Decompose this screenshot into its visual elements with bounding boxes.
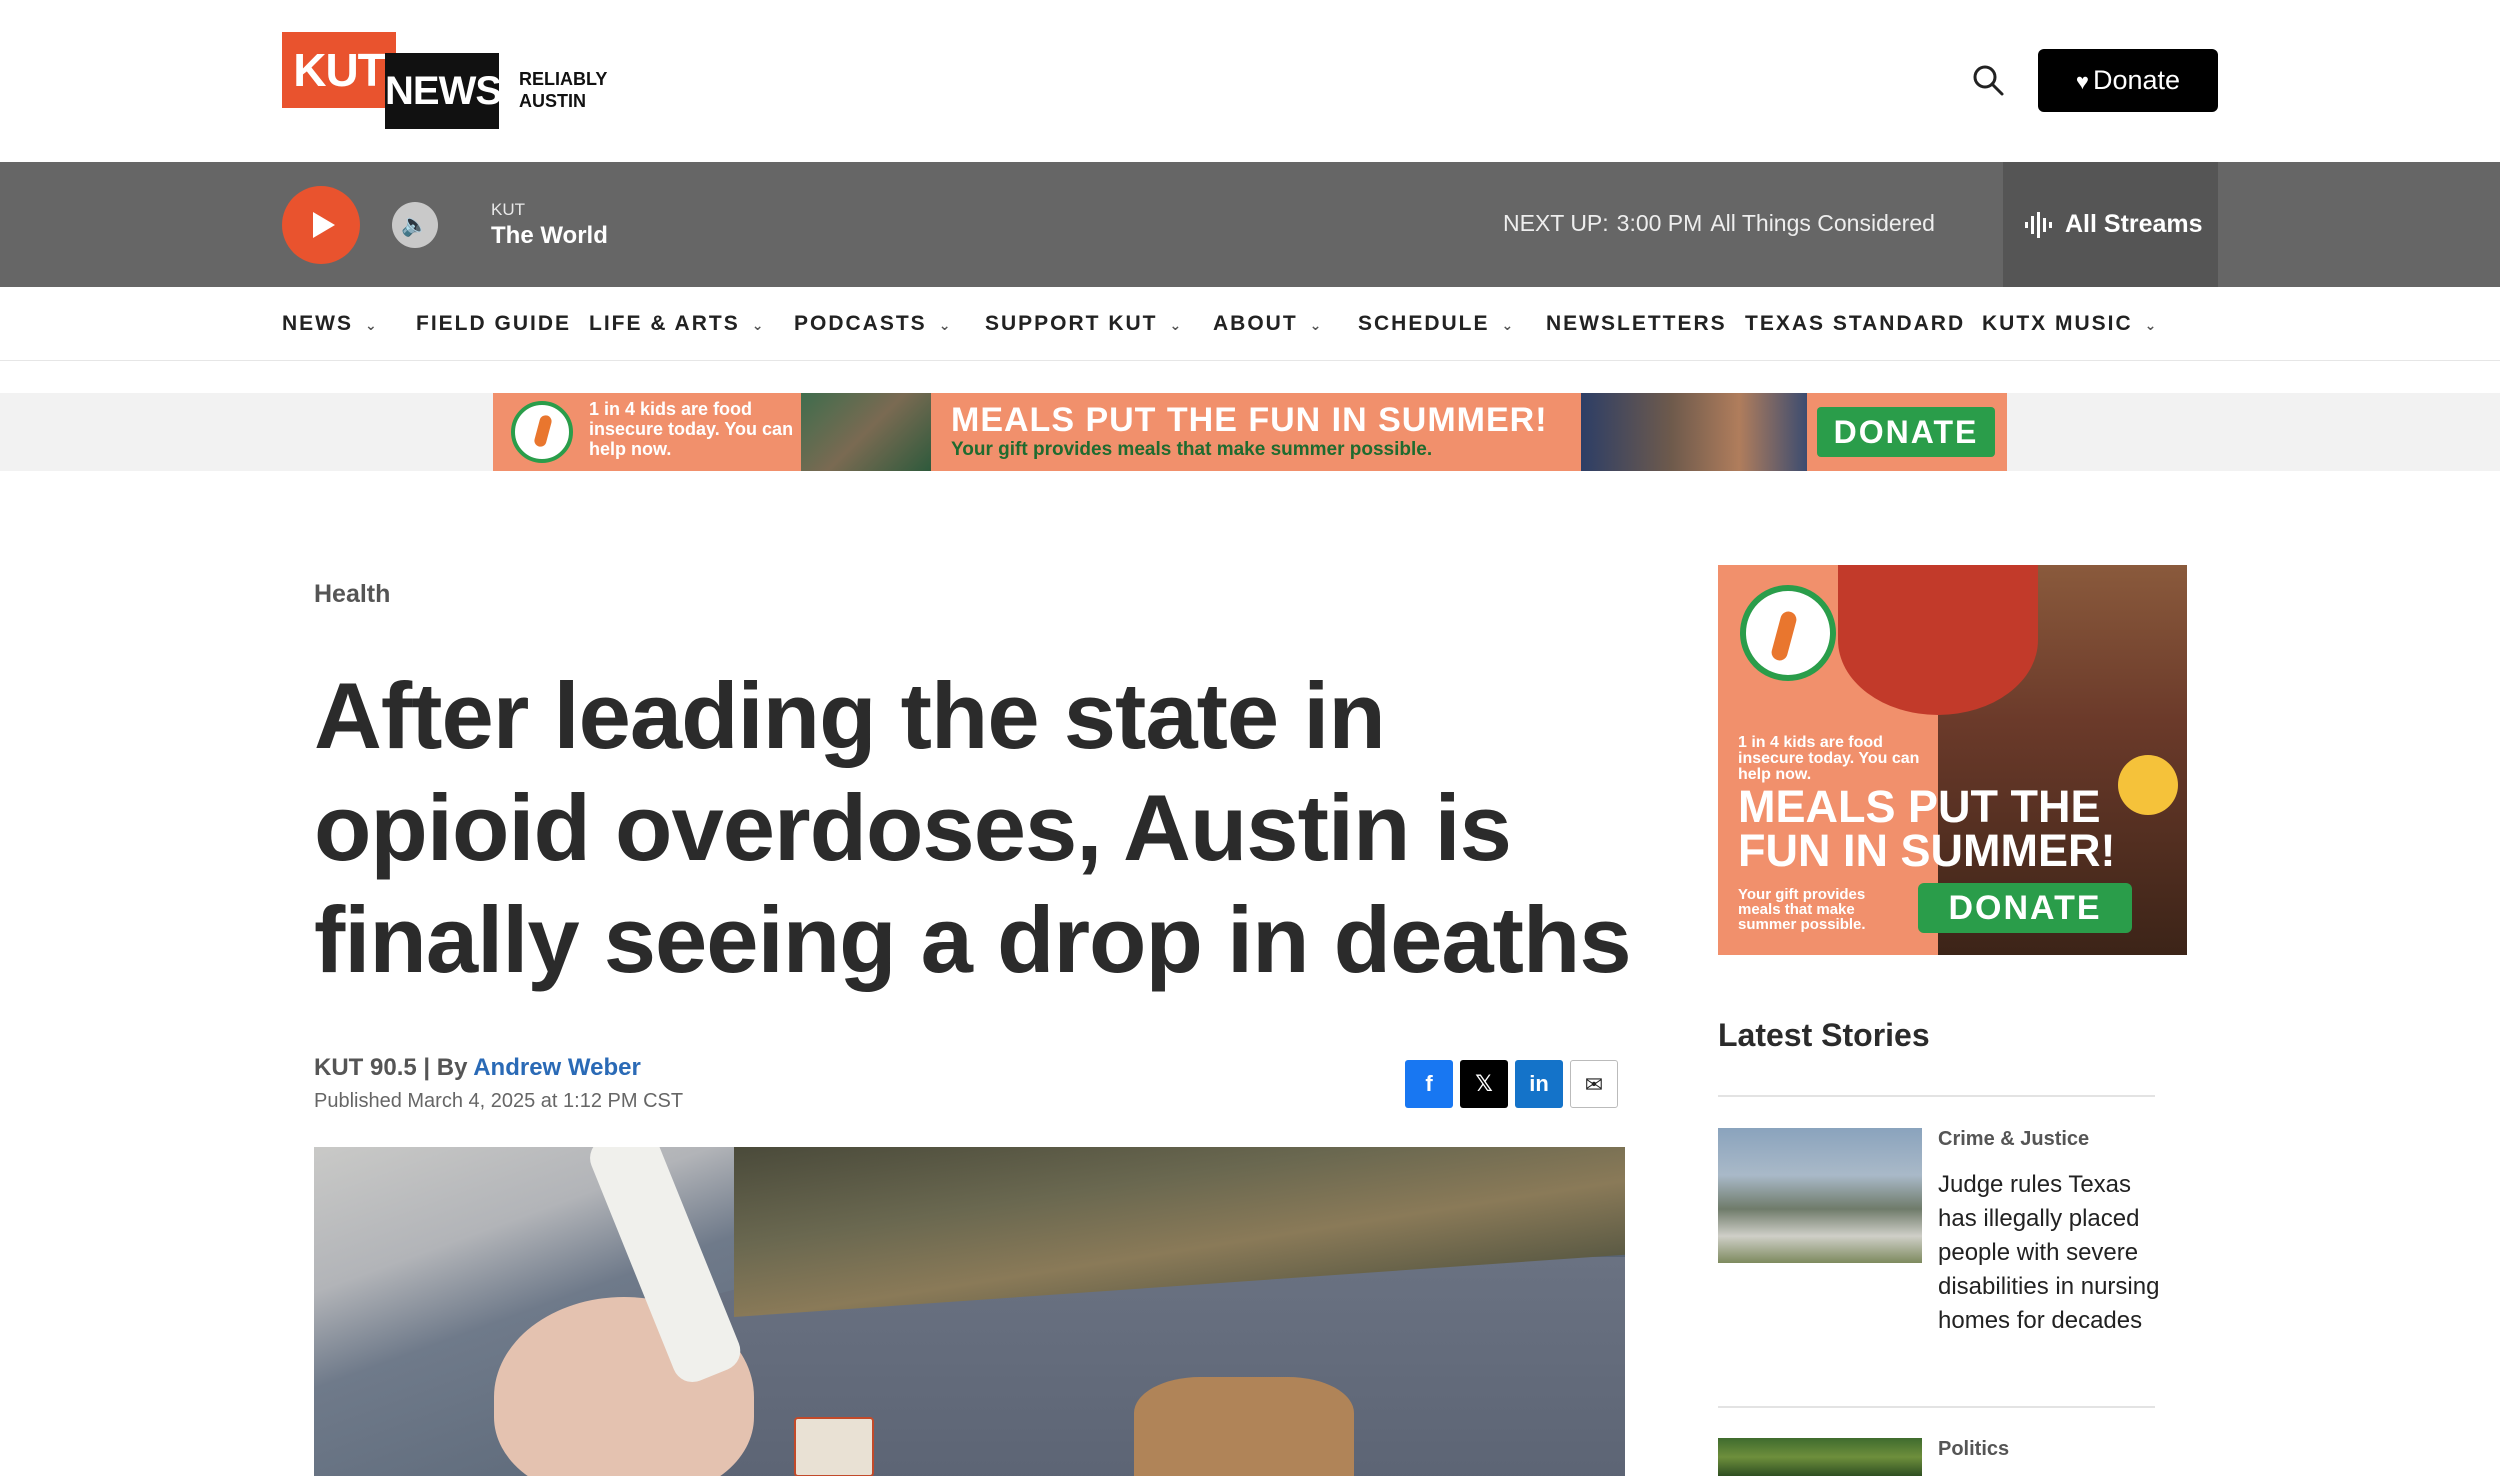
article-hero-image — [314, 1147, 1625, 1476]
byline-source: KUT 90.5 | By — [314, 1054, 474, 1081]
sidebar-ad-small-text: 1 in 4 kids are food insecure today. You… — [1738, 734, 1920, 783]
email-icon: ✉ — [1584, 1072, 1604, 1097]
published-date: Published March 4, 2025 at 1:12 PM CST — [314, 1090, 684, 1112]
chevron-down-icon: ⌄ — [751, 317, 764, 333]
speaker-icon: 🔈 — [401, 212, 429, 237]
banner-ad-photo — [801, 393, 931, 471]
sidebar-ad[interactable]: 1 in 4 kids are food insecure today. You… — [1718, 565, 2187, 955]
nav-label: SCHEDULE — [1358, 312, 1490, 335]
sidebar-ad-subline: Your gift provides meals that make summe… — [1738, 886, 1866, 933]
banner-ad[interactable]: 1 in 4 kids are food insecure today. You… — [493, 393, 2007, 471]
audio-player-bar: 🔈 KUT The World NEXT UP: 3:00 PM All Thing… — [0, 162, 2500, 287]
hero-naloxone-vial — [794, 1417, 874, 1476]
share-linkedin-button[interactable]: in — [1515, 1060, 1563, 1108]
chevron-down-icon: ⌄ — [1169, 317, 1182, 333]
nav-schedule[interactable]: SCHEDULE ⌄ — [1358, 287, 1513, 361]
search-icon[interactable] — [1970, 62, 2006, 98]
facebook-icon: f — [1425, 1071, 1433, 1096]
story-title[interactable]: Judge rules Texas has illegally placed p… — [1938, 1168, 2160, 1338]
food-bank-logo — [511, 401, 573, 463]
sidebar-ad-photo-shirt — [1838, 565, 2038, 715]
story-item[interactable]: Politics — [1718, 1438, 2155, 1476]
chevron-down-icon: ⌄ — [1501, 317, 1514, 333]
nav-label: NEWS — [282, 312, 353, 335]
story-thumbnail[interactable] — [1718, 1438, 1922, 1476]
divider — [1718, 1406, 2155, 1408]
chevron-down-icon: ⌄ — [938, 317, 951, 333]
linkedin-icon: in — [1529, 1071, 1549, 1096]
divider — [1718, 1095, 2155, 1097]
nav-support-kut[interactable]: SUPPORT KUT ⌄ — [985, 287, 1181, 361]
play-icon — [313, 212, 335, 238]
donate-button[interactable]: ♥ Donate — [2038, 49, 2218, 112]
logo-news: NEWS — [385, 53, 502, 129]
nav-label: ABOUT — [1213, 312, 1298, 335]
banner-ad-subline: Your gift provides meals that make summe… — [951, 439, 1433, 460]
nav-label: FIELD GUIDE — [416, 312, 572, 335]
nav-kutx-music[interactable]: KUTX MUSIC ⌄ — [1982, 287, 2156, 361]
main-nav: NEWS ⌄ FIELD GUIDE LIFE & ARTS ⌄ PODCASTS ⌄… — [0, 287, 2500, 361]
article-headline: After leading the state in opioid overdo… — [314, 663, 1632, 992]
all-streams-label: All Streams — [2065, 210, 2203, 238]
nav-newsletters[interactable]: NEWSLETTERS — [1546, 287, 1727, 361]
chevron-down-icon: ⌄ — [1309, 317, 1322, 333]
next-up-label: NEXT UP: — [1503, 210, 1609, 236]
nav-about[interactable]: ABOUT ⌄ — [1213, 287, 1321, 361]
banner-ad-small-text: 1 in 4 kids are food insecure today. You… — [589, 399, 794, 459]
nav-life-arts[interactable]: LIFE & ARTS ⌄ — [589, 287, 763, 361]
story-item[interactable]: Crime & Justice Judge rules Texas has il… — [1718, 1128, 2159, 1388]
nav-texas-standard[interactable]: TEXAS STANDARD — [1745, 287, 1965, 361]
station-name: KUT — [491, 200, 525, 219]
nav-label: LIFE & ARTS — [589, 312, 740, 335]
share-email-button[interactable]: ✉ — [1570, 1060, 1618, 1108]
byline: KUT 90.5 | By Andrew Weber — [314, 1054, 641, 1082]
nav-news[interactable]: NEWS ⌄ — [282, 287, 377, 361]
chevron-down-icon: ⌄ — [365, 317, 377, 333]
story-category[interactable]: Crime & Justice — [1938, 1128, 2089, 1151]
current-show: The World — [491, 222, 608, 249]
carrot-icon — [533, 413, 553, 449]
logo-tagline: RELIABLY AUSTIN — [519, 69, 608, 111]
food-bank-logo — [1740, 585, 1836, 681]
chevron-down-icon: ⌄ — [2144, 317, 2157, 333]
nav-field-guide[interactable]: FIELD GUIDE — [416, 287, 571, 361]
nav-label: NEWSLETTERS — [1546, 312, 1727, 335]
banner-ad-donate-button[interactable]: DONATE — [1817, 407, 1995, 457]
play-button[interactable] — [282, 186, 360, 264]
next-up: NEXT UP: 3:00 PM All Things Considered — [1503, 210, 1943, 237]
author-link[interactable]: Andrew Weber — [473, 1054, 641, 1081]
share-x-button[interactable]: 𝕏 — [1460, 1060, 1508, 1108]
all-streams-button[interactable]: All Streams — [2003, 162, 2218, 287]
carrot-icon — [1769, 609, 1799, 663]
nav-label: KUTX MUSIC — [1982, 312, 2133, 335]
site-header: KUT NEWS RELIABLY AUSTIN ♥ Donate — [0, 0, 2500, 162]
waveform-icon — [2025, 212, 2052, 238]
next-up-show: All Things Considered — [1710, 210, 1935, 236]
story-category[interactable]: Politics — [1938, 1438, 2009, 1461]
logo-kut: KUT — [282, 32, 396, 108]
sidebar-ad-headline: MEALS PUT THE FUN IN SUMMER! — [1738, 781, 2116, 876]
kut-news-logo[interactable]: KUT NEWS RELIABLY AUSTIN — [282, 32, 622, 132]
nav-podcasts[interactable]: PODCASTS ⌄ — [794, 287, 950, 361]
nav-label: TEXAS STANDARD — [1745, 312, 1966, 335]
volume-button[interactable]: 🔈 — [392, 202, 438, 248]
share-facebook-button[interactable]: f — [1405, 1060, 1453, 1108]
donate-label: Donate — [2092, 65, 2181, 95]
banner-ad-photo — [1581, 393, 1807, 471]
sidebar-ad-donate-button[interactable]: DONATE — [1918, 883, 2132, 933]
article-category[interactable]: Health — [314, 580, 390, 609]
next-up-time: 3:00 PM — [1616, 210, 1703, 236]
hero-paper-bag — [1134, 1377, 1354, 1476]
latest-stories-title: Latest Stories — [1718, 1017, 1930, 1053]
x-icon: 𝕏 — [1475, 1071, 1493, 1096]
nav-label: PODCASTS — [794, 312, 927, 335]
banner-ad-headline: MEALS PUT THE FUN IN SUMMER! — [951, 401, 1548, 439]
story-thumbnail[interactable] — [1718, 1128, 1922, 1263]
nav-label: SUPPORT KUT — [985, 312, 1158, 335]
heart-icon: ♥ — [2075, 69, 2089, 94]
